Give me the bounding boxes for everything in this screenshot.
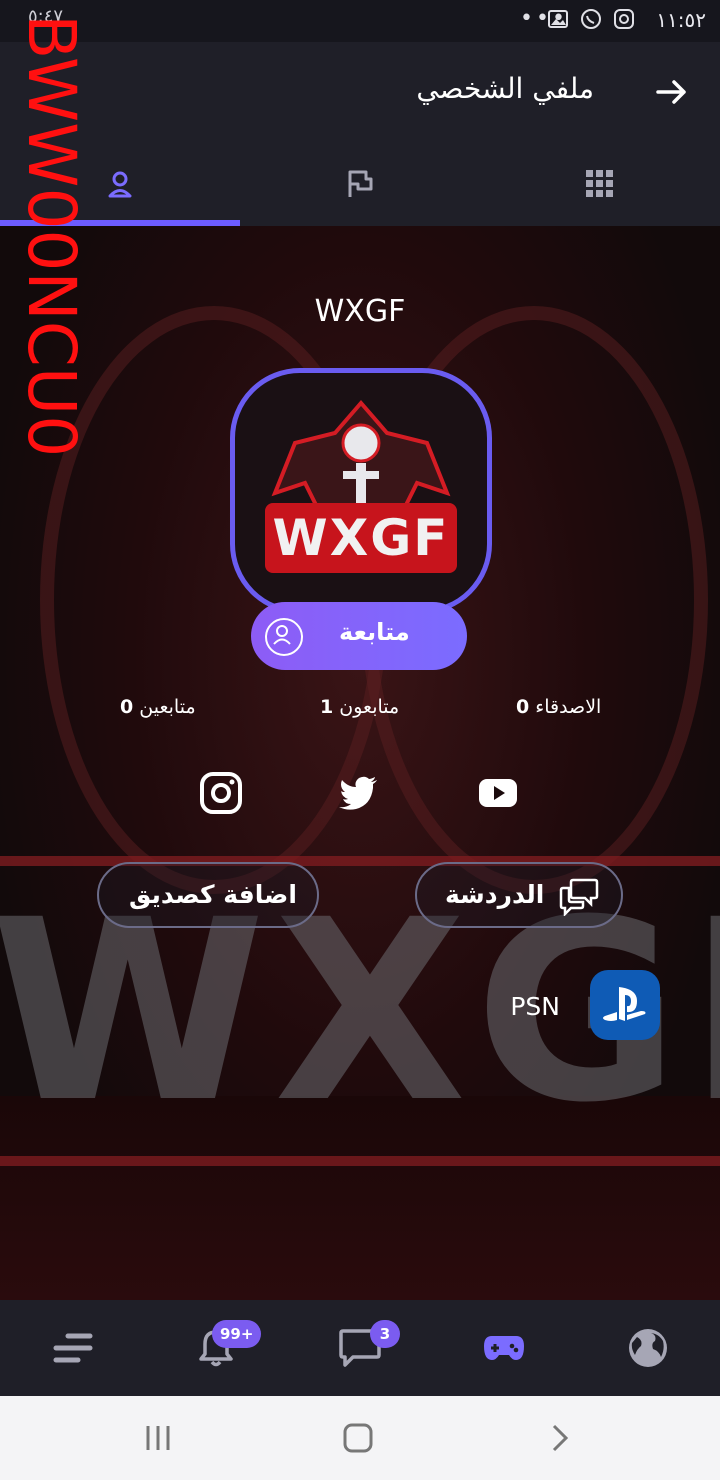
chat-label: الدردشة bbox=[445, 880, 545, 909]
stat-friends-count: 0 bbox=[516, 696, 530, 718]
stat-friends[interactable]: الاصدقاء 0 bbox=[516, 696, 601, 718]
add-friend-label: اضافة كصديق bbox=[129, 880, 297, 909]
knight-emblem-icon bbox=[271, 399, 451, 546]
user-icon bbox=[108, 171, 132, 198]
stat-following[interactable]: متابعين 0 bbox=[120, 696, 196, 718]
user-circle-icon bbox=[265, 618, 303, 656]
instagram-status-icon bbox=[614, 9, 634, 34]
back-system-button[interactable] bbox=[540, 1420, 580, 1456]
arrow-right-icon bbox=[656, 80, 686, 104]
globe-icon bbox=[629, 1329, 667, 1367]
chat-button[interactable]: الدردشة bbox=[415, 862, 623, 928]
menu-lines-icon bbox=[53, 1333, 93, 1363]
youtube-icon bbox=[479, 779, 517, 807]
stat-following-count: 0 bbox=[120, 696, 134, 718]
avatar[interactable]: WXGF bbox=[230, 368, 492, 614]
stat-following-label: متابعين bbox=[139, 696, 196, 718]
twitter-icon bbox=[339, 776, 377, 810]
playstation-icon bbox=[590, 970, 660, 1040]
cover-band-lower bbox=[0, 1156, 720, 1166]
platform-label: PSN bbox=[510, 992, 560, 1021]
status-bar: ٥:٤٧ ••• ١١:٥٢ bbox=[0, 0, 720, 42]
avatar-logo-text: WXGF bbox=[265, 503, 457, 573]
whatsapp-icon bbox=[580, 8, 602, 35]
status-icons bbox=[548, 8, 634, 35]
cover-band bbox=[0, 856, 720, 866]
stat-followers-label: متابعون bbox=[339, 696, 400, 718]
stat-friends-label: الاصدقاء bbox=[535, 696, 602, 718]
home-button[interactable] bbox=[338, 1420, 378, 1456]
follow-label: متابعة bbox=[339, 618, 410, 646]
bottom-navigation: 99+ 3 bbox=[0, 1300, 720, 1396]
recent-apps-button[interactable] bbox=[138, 1420, 178, 1456]
tab-grid[interactable] bbox=[480, 142, 720, 226]
youtube-link[interactable] bbox=[476, 771, 520, 815]
profile-tabs bbox=[0, 142, 720, 227]
grid-icon bbox=[586, 170, 613, 197]
nav-explore[interactable] bbox=[622, 1322, 674, 1374]
profile-cover: WXGF WXGF WXGF متابعة الاصدقاء 0 متابعون… bbox=[0, 226, 720, 1300]
gallery-icon bbox=[548, 10, 568, 33]
gamepad-icon bbox=[484, 1336, 524, 1360]
notifications-badge: 99+ bbox=[212, 1320, 262, 1348]
stat-followers-count: 1 bbox=[320, 696, 334, 718]
instagram-icon bbox=[200, 772, 242, 814]
chat-bubbles-icon bbox=[559, 878, 599, 916]
profile-username: WXGF bbox=[314, 294, 406, 329]
page-title: ملفي الشخصي bbox=[416, 72, 594, 105]
app-header: ملفي الشخصي bbox=[0, 42, 720, 142]
recent-apps-icon bbox=[146, 1426, 170, 1450]
instagram-link[interactable] bbox=[199, 771, 243, 815]
tab-flag[interactable] bbox=[240, 142, 480, 226]
messages-badge: 3 bbox=[370, 1320, 400, 1348]
home-square-icon bbox=[343, 1423, 373, 1453]
chevron-right-icon bbox=[552, 1424, 569, 1452]
follow-button[interactable]: متابعة bbox=[251, 602, 467, 670]
stat-followers[interactable]: متابعون 1 bbox=[320, 696, 399, 718]
back-button[interactable] bbox=[652, 72, 692, 112]
nav-games[interactable] bbox=[478, 1322, 530, 1374]
add-friend-button[interactable]: اضافة كصديق bbox=[97, 862, 319, 928]
twitter-link[interactable] bbox=[337, 771, 381, 815]
nav-menu[interactable] bbox=[46, 1322, 98, 1374]
status-time: ١١:٥٢ bbox=[656, 8, 706, 32]
flag-icon bbox=[348, 170, 373, 197]
system-navigation bbox=[0, 1396, 720, 1480]
watermark: BWW00NCU0 bbox=[13, 14, 90, 458]
